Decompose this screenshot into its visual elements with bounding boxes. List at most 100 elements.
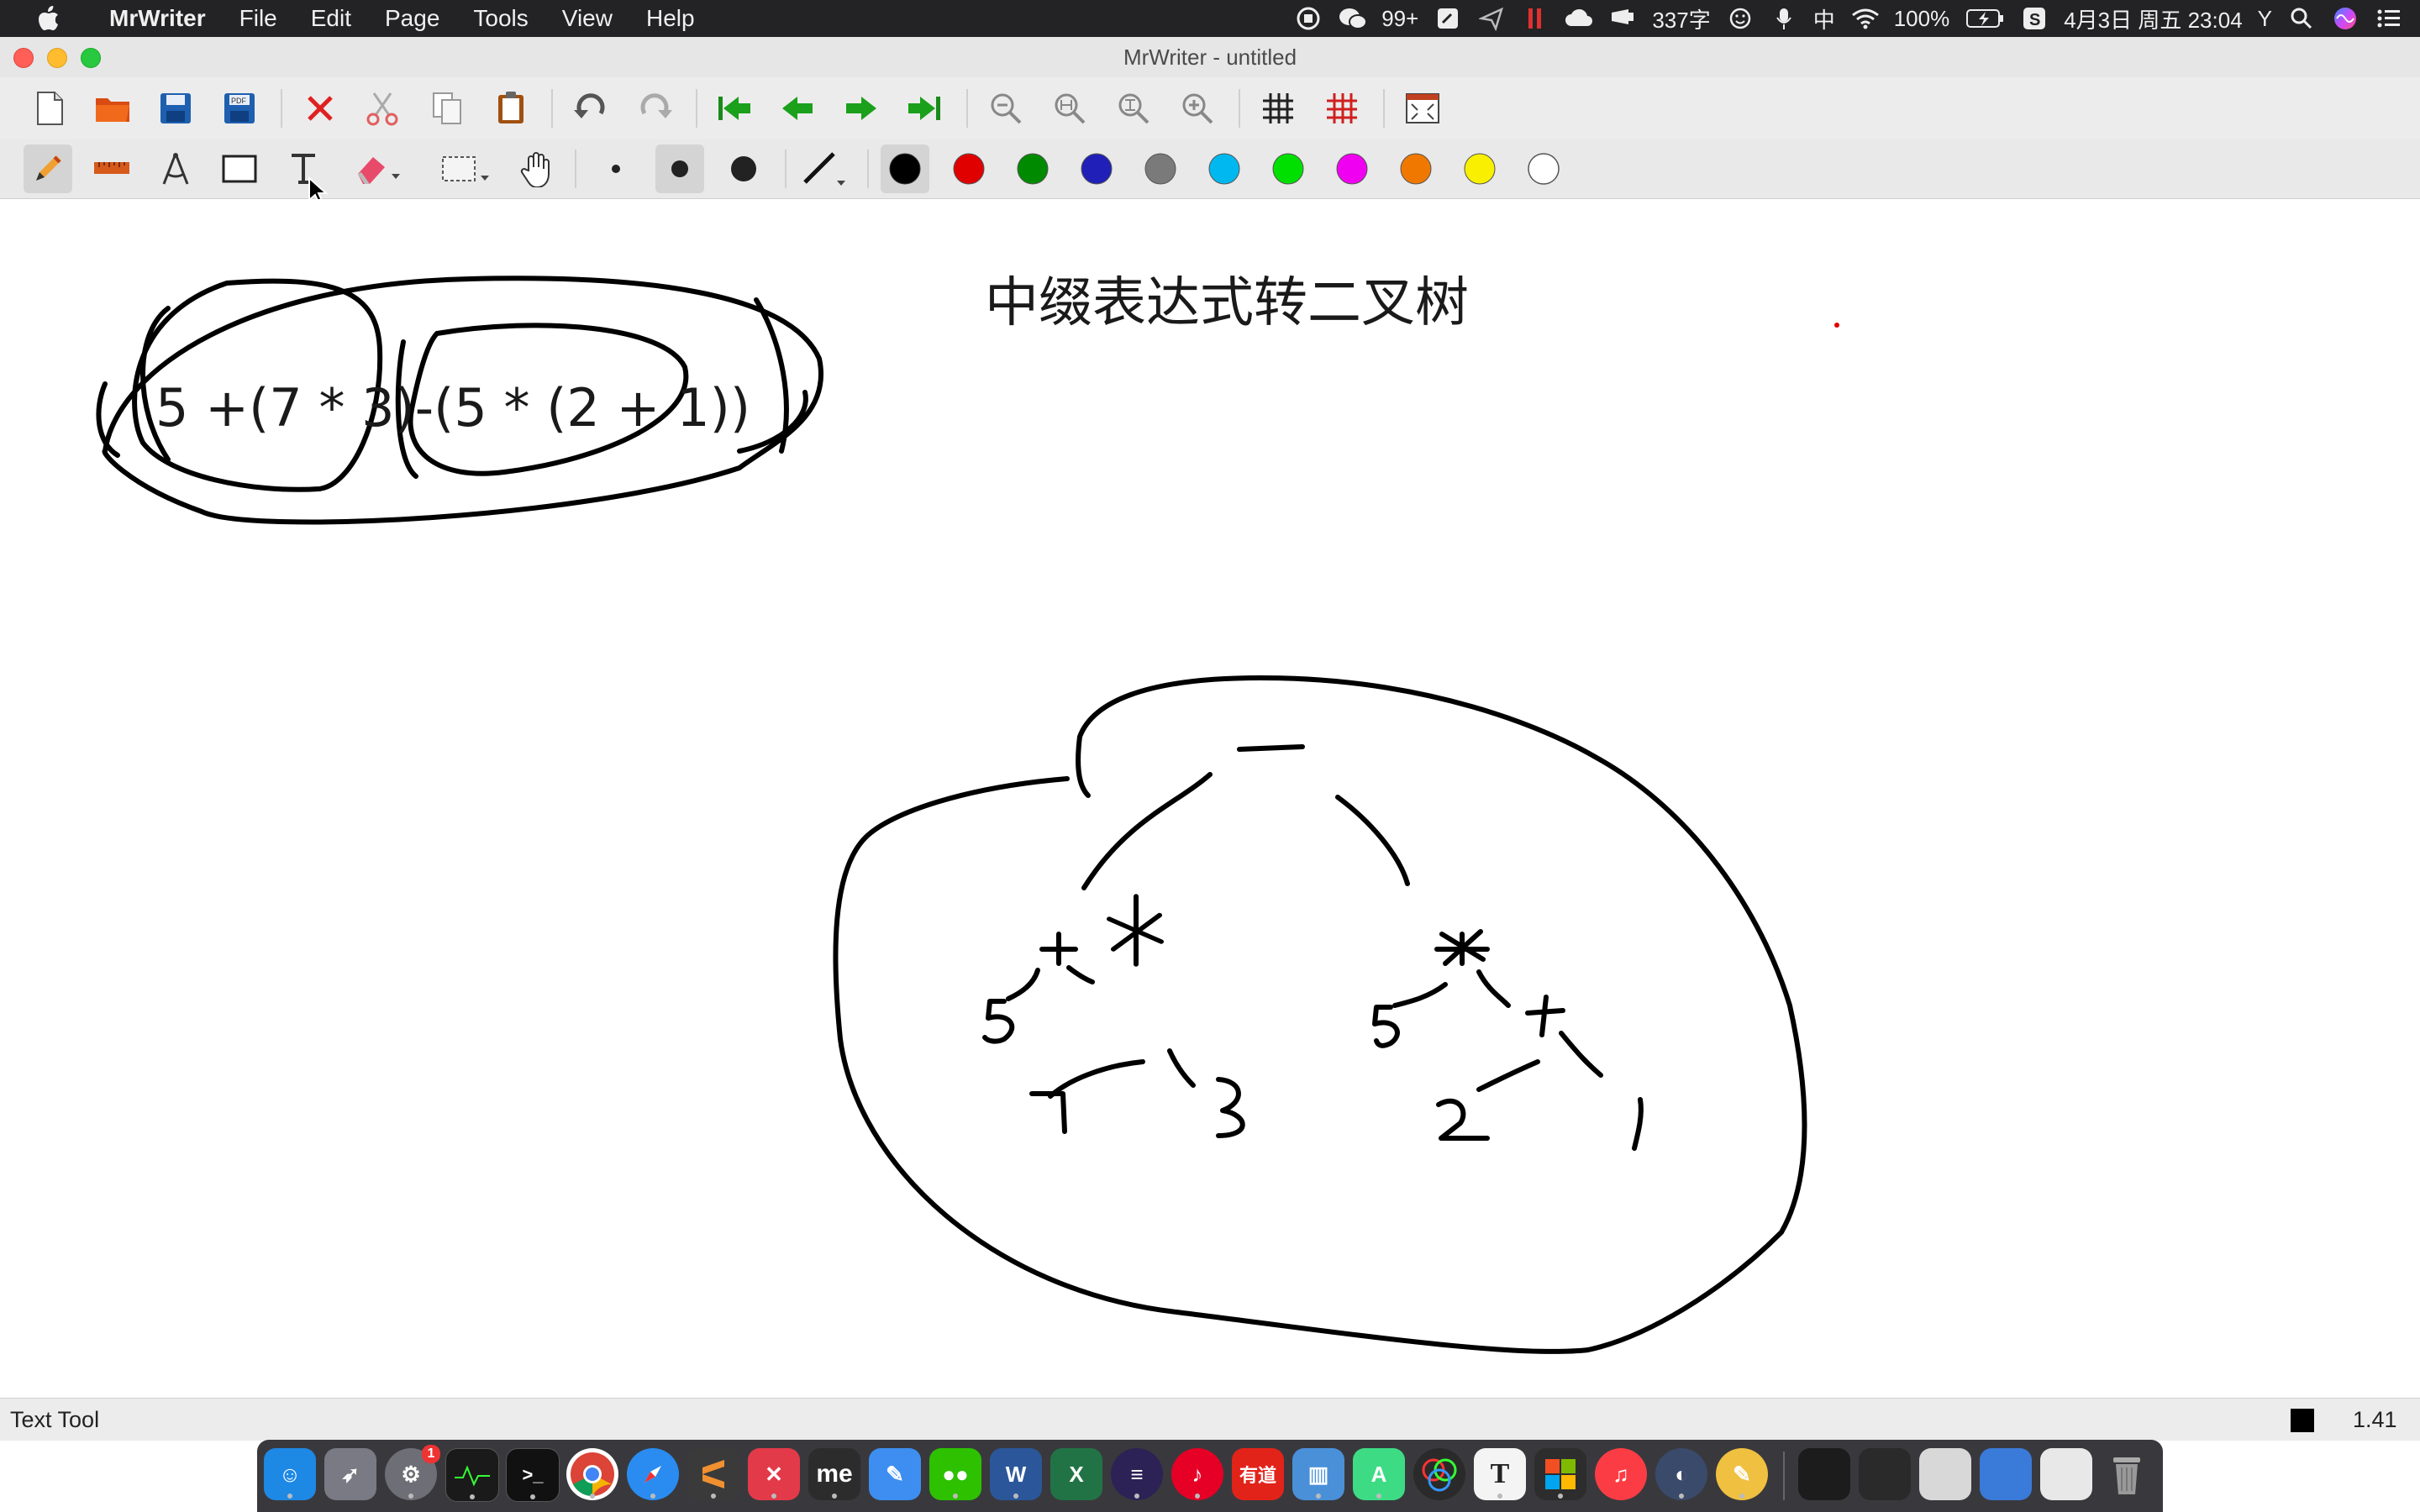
minimized-window-1-icon[interactable] [1798,1448,1850,1500]
minimized-window-5-icon[interactable] [2040,1448,2092,1500]
spotlight-search-icon[interactable] [2287,4,2316,33]
eclipse-icon[interactable]: ≡ [1111,1448,1163,1500]
minimized-window-2-icon[interactable] [1859,1448,1911,1500]
color-red-button[interactable] [944,144,993,193]
excel-icon[interactable]: X [1050,1448,1102,1500]
notification-icon[interactable] [1608,4,1637,33]
cut-icon[interactable] [358,84,407,133]
new-document-icon[interactable] [25,84,74,133]
cloud-icon[interactable] [1565,4,1593,33]
menu-tools[interactable]: Tools [456,5,544,32]
mrwriter-dock-icon[interactable]: ✎ [1716,1448,1768,1500]
selection-icon[interactable] [440,144,489,193]
next-page-icon[interactable] [837,84,886,133]
window-minimize-button[interactable] [47,48,67,68]
menu-app-name[interactable]: MrWriter [92,5,223,32]
menu-edit[interactable]: Edit [294,5,368,32]
netease-music-icon[interactable]: ♪ [1171,1448,1223,1500]
line-style-icon[interactable] [800,144,849,193]
safari-icon[interactable] [627,1448,679,1500]
color-gray-button[interactable] [1136,144,1185,193]
typora-icon[interactable]: T [1474,1448,1526,1500]
delete-icon[interactable] [296,84,345,133]
menu-view[interactable]: View [545,5,629,32]
finder-icon[interactable]: ☺ [264,1448,316,1500]
minimized-window-3-icon[interactable] [1919,1448,1971,1500]
window-close-button[interactable] [13,48,34,68]
parallels-icon[interactable] [1521,4,1549,33]
microphone-icon[interactable] [1770,4,1798,33]
paste-icon[interactable] [487,84,536,133]
pixelmator-icon[interactable] [1413,1448,1465,1500]
hand-icon[interactable] [513,144,561,193]
last-page-icon[interactable] [901,84,950,133]
color-magenta-button[interactable] [1328,144,1376,193]
zoom-out-icon[interactable] [981,84,1030,133]
chrome-icon[interactable] [566,1448,618,1500]
eraser-icon[interactable] [353,144,402,193]
pen-size-medium-button[interactable] [655,144,704,193]
apple-menu-icon[interactable] [30,0,67,37]
youdao-icon[interactable]: 有道 [1232,1448,1284,1500]
color-green-button[interactable] [1008,144,1057,193]
wechat-dock-icon[interactable]: ●● [929,1448,981,1500]
color-cyan-button[interactable] [1200,144,1249,193]
parallels-dock-icon[interactable]: ▥ [1292,1448,1344,1500]
grid-icon[interactable] [1254,84,1302,133]
pen-size-small-button[interactable] [592,144,640,193]
window-maximize-button[interactable] [81,48,101,68]
trash-icon[interactable] [2101,1448,2153,1500]
zoom-fit-width-icon[interactable] [1109,84,1158,133]
color-orange-button[interactable] [1392,144,1440,193]
save-icon[interactable] [151,84,200,133]
compass-icon[interactable] [151,144,200,193]
user-initial[interactable]: Y [2258,6,2272,32]
menu-file[interactable]: File [223,5,294,32]
notes-icon[interactable] [1434,4,1462,33]
canvas-expression-text[interactable]: 5 +(7 * 3)-(5 * (2 + 1)) [155,377,750,438]
android-studio-icon[interactable]: A [1353,1448,1405,1500]
color-yellow-button[interactable] [1455,144,1504,193]
pen-icon[interactable] [24,144,72,193]
drawing-canvas[interactable]: 中缀表达式转二叉树 5 +(7 * 3)-(5 * (2 + 1)) [0,199,2420,1398]
zoom-fit-height-icon[interactable] [1045,84,1094,133]
color-black-button[interactable] [881,144,929,193]
wifi-icon[interactable] [1850,4,1879,33]
windows-icon[interactable] [1534,1448,1586,1500]
screen-record-icon[interactable] [1294,4,1323,33]
color-lime-button[interactable] [1264,144,1313,193]
launchpad-icon[interactable]: ➶ [324,1448,376,1500]
wechat-icon[interactable] [1338,4,1367,33]
menu-page[interactable]: Page [368,5,456,32]
s-app-icon[interactable]: S [2020,4,2049,33]
first-page-icon[interactable] [709,84,758,133]
send-icon[interactable] [1477,4,1506,33]
grid-red-icon[interactable] [1318,84,1366,133]
export-pdf-icon[interactable]: PDF [215,84,264,133]
date-time[interactable]: 4月3日 周五 23:04 [2064,3,2242,34]
fullscreen-icon[interactable] [1398,84,1447,133]
pen-size-large-button[interactable] [719,144,768,193]
sublime-text-icon[interactable] [687,1448,739,1500]
system-preferences-icon[interactable]: ⚙ 1 [385,1445,440,1500]
input-method-text[interactable]: 中 [1813,3,1835,34]
siri-icon[interactable] [2331,4,2360,33]
terminal-icon[interactable]: >_ [506,1448,560,1502]
color-blue-button[interactable] [1072,144,1121,193]
redo-icon[interactable] [630,84,679,133]
battery-icon[interactable] [1965,4,2005,33]
emoji-icon[interactable] [1726,4,1754,33]
rectangle-icon[interactable] [215,144,264,193]
zoom-in-icon[interactable] [1173,84,1222,133]
color-white-button[interactable] [1519,144,1568,193]
undo-icon[interactable] [566,84,615,133]
previous-page-icon[interactable] [773,84,822,133]
pencil-app-icon[interactable]: ✎ [869,1448,921,1500]
copy-icon[interactable] [424,84,472,133]
xmind-icon[interactable]: ✕ [748,1448,800,1500]
canvas-title-text[interactable]: 中缀表达式转二叉树 [985,260,1469,337]
mendeley-icon[interactable]: me [808,1448,860,1500]
ruler-icon[interactable] [87,144,136,193]
proxy-icon[interactable]: ◐ [1655,1448,1707,1500]
minimized-window-4-icon[interactable] [1980,1448,2032,1500]
